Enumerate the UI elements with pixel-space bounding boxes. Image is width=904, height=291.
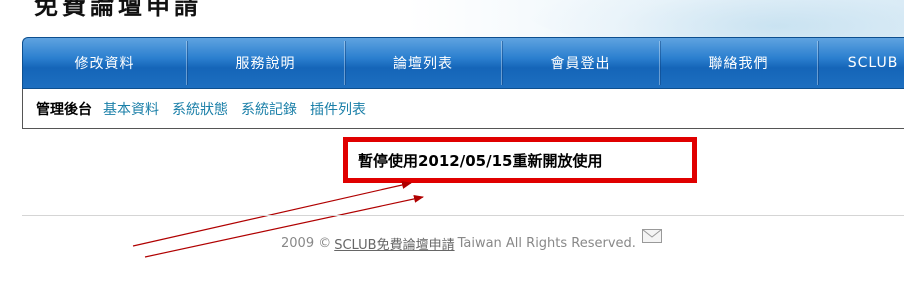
footer-rights: Taiwan All Rights Reserved. xyxy=(457,236,636,251)
footer: 2009 © SCLUB免費論壇申請 Taiwan All Rights Res… xyxy=(281,228,662,253)
footer-site-link[interactable]: SCLUB免費論壇申請 xyxy=(334,234,454,253)
footer-divider xyxy=(22,215,904,216)
footer-copyright: 2009 © xyxy=(281,236,332,251)
page: 免費論壇申請 修改資料 服務說明 論壇列表 會員登出 聯絡我們 SCLUB 管理… xyxy=(0,0,904,291)
envelope-icon[interactable] xyxy=(641,228,662,247)
